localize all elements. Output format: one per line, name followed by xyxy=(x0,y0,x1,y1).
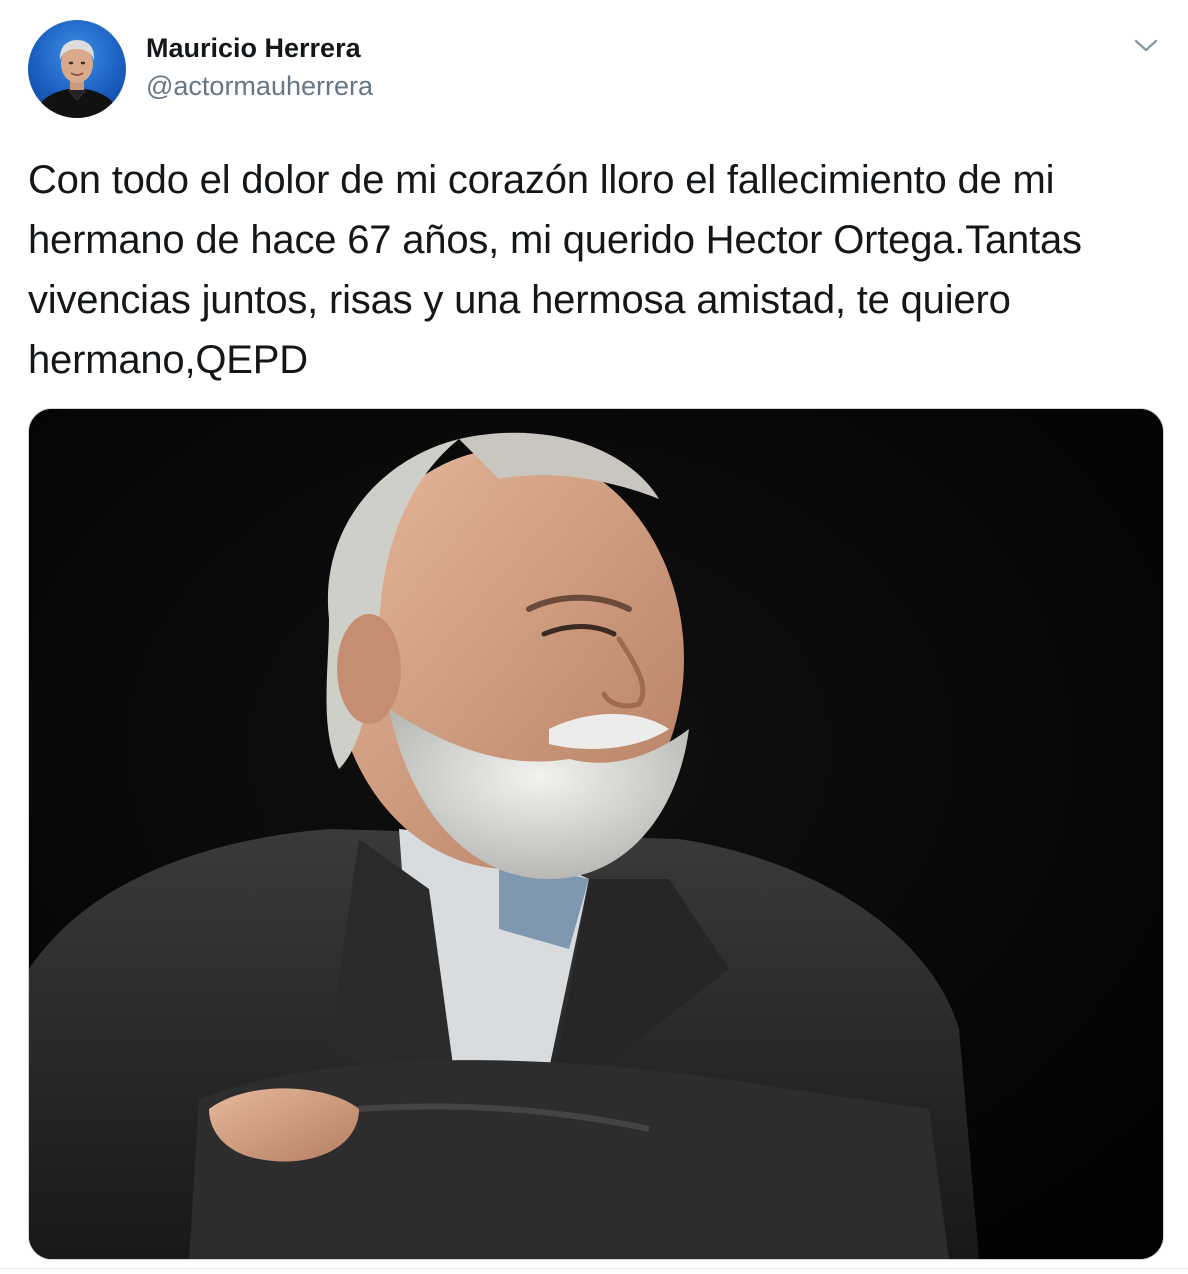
author-avatar[interactable] xyxy=(28,20,126,118)
author-info: Mauricio Herrera @actormauherrera xyxy=(146,30,373,104)
avatar-portrait xyxy=(34,40,120,118)
divider xyxy=(0,1268,1188,1269)
author-handle[interactable]: @actormauherrera xyxy=(146,68,373,104)
author-display-name[interactable]: Mauricio Herrera xyxy=(146,30,373,66)
more-options-button[interactable] xyxy=(1132,36,1160,56)
tweet-header: Mauricio Herrera @actormauherrera xyxy=(28,20,1160,120)
tweet-text: Con todo el dolor de mi corazón lloro el… xyxy=(28,158,1093,382)
photo-portrait-illustration xyxy=(29,409,1163,1259)
tweet-photo[interactable] xyxy=(28,408,1164,1260)
tweet: Mauricio Herrera @actormauherrera Con to… xyxy=(0,0,1188,1274)
chevron-down-icon xyxy=(1134,39,1158,52)
